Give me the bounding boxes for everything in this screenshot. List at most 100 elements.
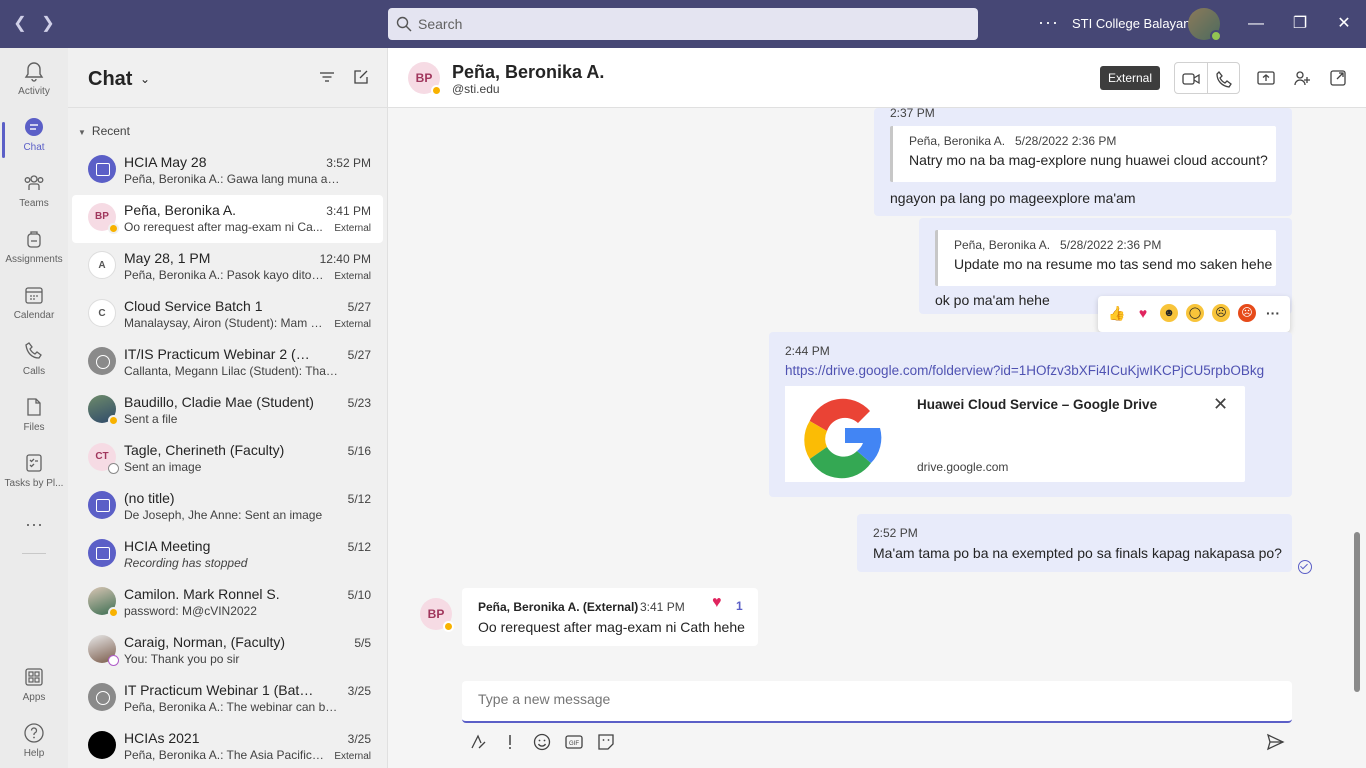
chat-list-item[interactable]: IT/IS Practicum Webinar 2 (Batch... 5/27… bbox=[72, 339, 383, 387]
new-chat-icon[interactable] bbox=[352, 68, 370, 86]
avatar-initials: BP bbox=[95, 211, 109, 222]
external-badge: External bbox=[1100, 66, 1161, 90]
link-card-domain: drive.google.com bbox=[917, 460, 1009, 474]
conversation-header: BP Peña, Beronika A. @sti.edu External bbox=[388, 48, 1366, 108]
message-link[interactable]: https://drive.google.com/folderview?id=1… bbox=[785, 363, 1264, 378]
their-message[interactable]: Peña, Beronika A. (External) 3:41 PM ♥ 1… bbox=[462, 588, 758, 646]
apps-icon bbox=[25, 668, 43, 686]
away-status-icon bbox=[431, 85, 442, 96]
rail-help[interactable]: Help bbox=[0, 714, 68, 768]
message-author: Peña, Beronika A. (External) bbox=[478, 600, 639, 614]
rail-files[interactable]: Files bbox=[0, 388, 68, 444]
chat-name: Camilon. Mark Ronnel S. bbox=[124, 586, 280, 602]
important-icon[interactable] bbox=[500, 732, 520, 752]
user-avatar[interactable] bbox=[1188, 8, 1222, 42]
away-status-icon bbox=[443, 621, 454, 632]
organization-name[interactable]: STI College Balayan bbox=[1072, 16, 1191, 31]
message-input[interactable] bbox=[478, 691, 1268, 707]
sad-reaction-icon[interactable]: ☹ bbox=[1212, 304, 1230, 322]
help-icon bbox=[24, 723, 44, 743]
laugh-reaction-icon[interactable]: ☻ bbox=[1160, 304, 1178, 322]
chat-list-item[interactable]: IT Practicum Webinar 1 (Batch 1) 3/25 Pe… bbox=[72, 675, 383, 723]
rail-tasks[interactable]: Tasks by Pl... bbox=[0, 444, 68, 500]
chat-list-item[interactable]: Camilon. Mark Ronnel S. 5/10 password: M… bbox=[72, 579, 383, 627]
quoted-message[interactable]: Peña, Beronika A. 5/28/2022 2:36 PM Natr… bbox=[890, 126, 1276, 182]
emoji-icon[interactable] bbox=[532, 732, 552, 752]
share-screen-icon[interactable] bbox=[1256, 68, 1276, 88]
maximize-icon[interactable]: ❐ bbox=[1288, 12, 1312, 36]
chat-time: 5/10 bbox=[347, 588, 371, 602]
filter-icon[interactable] bbox=[318, 68, 336, 86]
heart-reaction-icon[interactable]: ♥ bbox=[712, 594, 722, 612]
message-time: 2:52 PM bbox=[873, 526, 918, 540]
rail-calendar[interactable]: Calendar bbox=[0, 276, 68, 332]
angry-reaction-icon[interactable]: ☹ bbox=[1238, 304, 1256, 322]
chat-list-item[interactable]: Baudillo, Cladie Mae (Student) 5/23 Sent… bbox=[72, 387, 383, 435]
chat-list-item[interactable]: Caraig, Norman, (Faculty) 5/5 You: Thank… bbox=[72, 627, 383, 675]
format-icon[interactable] bbox=[468, 732, 488, 752]
close-icon[interactable]: ✕ bbox=[1213, 394, 1228, 415]
close-window-icon[interactable]: ✕ bbox=[1332, 12, 1356, 36]
minimize-icon[interactable]: — bbox=[1244, 12, 1268, 36]
sender-avatar[interactable]: BP bbox=[420, 598, 454, 632]
teams-icon bbox=[24, 175, 44, 190]
more-apps-icon[interactable]: ··· bbox=[0, 504, 68, 560]
my-message[interactable]: 2:44 PM https://drive.google.com/folderv… bbox=[769, 332, 1292, 497]
external-label: External bbox=[334, 751, 371, 762]
chat-list-item[interactable]: HCIA May 28 3:52 PM Peña, Beronika A.: G… bbox=[72, 147, 383, 195]
send-icon[interactable] bbox=[1265, 732, 1285, 752]
chat-time: 3/25 bbox=[347, 732, 371, 746]
rail-apps[interactable]: Apps bbox=[0, 658, 68, 714]
like-reaction-icon[interactable]: 👍 bbox=[1108, 304, 1126, 322]
chat-list-item[interactable]: HCIAs 2021 3/25 Peña, Beronika A.: The A… bbox=[72, 723, 383, 768]
rail-teams[interactable]: Teams bbox=[0, 164, 68, 220]
pop-out-icon[interactable] bbox=[1328, 68, 1348, 88]
avatar bbox=[88, 731, 116, 759]
my-message[interactable]: 2:37 PM Peña, Beronika A. 5/28/2022 2:36… bbox=[874, 106, 1292, 216]
forward-arrow-icon[interactable]: ❯ bbox=[38, 14, 58, 34]
chat-list-item[interactable]: A May 28, 1 PM 12:40 PM Peña, Beronika A… bbox=[72, 243, 383, 291]
chat-list-item-selected[interactable]: BP Peña, Beronika A. 3:41 PM Oo rereques… bbox=[72, 195, 383, 243]
chat-list-item[interactable]: HCIA Meeting 5/12 Recording has stopped bbox=[72, 531, 383, 579]
rail-assignments[interactable]: Assignments bbox=[0, 220, 68, 276]
compose-box[interactable] bbox=[462, 681, 1292, 723]
my-message[interactable]: 2:52 PM Ma'am tama po ba na exempted po … bbox=[857, 514, 1292, 572]
rail-label: Assignments bbox=[5, 254, 63, 265]
back-arrow-icon[interactable]: ❮ bbox=[10, 14, 30, 34]
surprised-reaction-icon[interactable]: ◯ bbox=[1186, 304, 1204, 322]
chat-time: 5/12 bbox=[347, 540, 371, 554]
more-options-icon[interactable]: ··· bbox=[1038, 12, 1059, 33]
backpack-icon bbox=[27, 231, 41, 248]
video-call-icon[interactable] bbox=[1181, 69, 1201, 89]
chat-title[interactable]: Chat bbox=[88, 68, 132, 91]
chat-preview: Peña, Beronika A.: The webinar can be ac… bbox=[124, 700, 342, 714]
chat-list-item[interactable]: (no title) 5/12 De Joseph, Jhe Anne: Sen… bbox=[72, 483, 383, 531]
chevron-down-icon[interactable]: ⌄ bbox=[140, 72, 150, 86]
away-status-icon bbox=[108, 607, 119, 618]
rail-activity[interactable]: Activity bbox=[0, 52, 68, 108]
avatar-initials: BP bbox=[415, 71, 433, 85]
contact-avatar[interactable]: BP bbox=[408, 62, 442, 96]
chat-list-item[interactable]: CT Tagle, Cherineth (Faculty) 5/16 Sent … bbox=[72, 435, 383, 483]
chat-list-item[interactable]: C Cloud Service Batch 1 5/27 Manalaysay,… bbox=[72, 291, 383, 339]
google-logo-icon bbox=[785, 386, 905, 482]
avatar-initials: CT bbox=[95, 451, 109, 462]
audio-call-icon[interactable] bbox=[1214, 69, 1234, 89]
heart-reaction-icon[interactable]: ♥ bbox=[1134, 304, 1152, 322]
scrollbar[interactable] bbox=[1354, 532, 1360, 692]
more-options-icon[interactable]: ··· bbox=[1264, 304, 1282, 322]
sticker-icon[interactable] bbox=[596, 732, 616, 752]
recent-section-header[interactable]: ▼ Recent bbox=[78, 124, 130, 138]
rail-label: Apps bbox=[22, 692, 46, 703]
rail-calls[interactable]: Calls bbox=[0, 332, 68, 388]
quote-author: Peña, Beronika A. bbox=[909, 134, 1006, 148]
rail-label: Activity bbox=[18, 86, 50, 97]
conversation-pane: BP Peña, Beronika A. @sti.edu External 2… bbox=[388, 48, 1366, 768]
gif-icon[interactable]: GIF bbox=[564, 732, 584, 752]
quoted-message[interactable]: Peña, Beronika A. 5/28/2022 2:36 PM Upda… bbox=[935, 230, 1276, 286]
rail-chat[interactable]: Chat bbox=[0, 108, 68, 164]
avatar-initials: BP bbox=[427, 607, 445, 621]
link-preview-card[interactable]: Huawei Cloud Service – Google Drive driv… bbox=[785, 386, 1245, 482]
add-people-icon[interactable] bbox=[1292, 68, 1312, 88]
search-box[interactable]: Search bbox=[388, 8, 978, 40]
